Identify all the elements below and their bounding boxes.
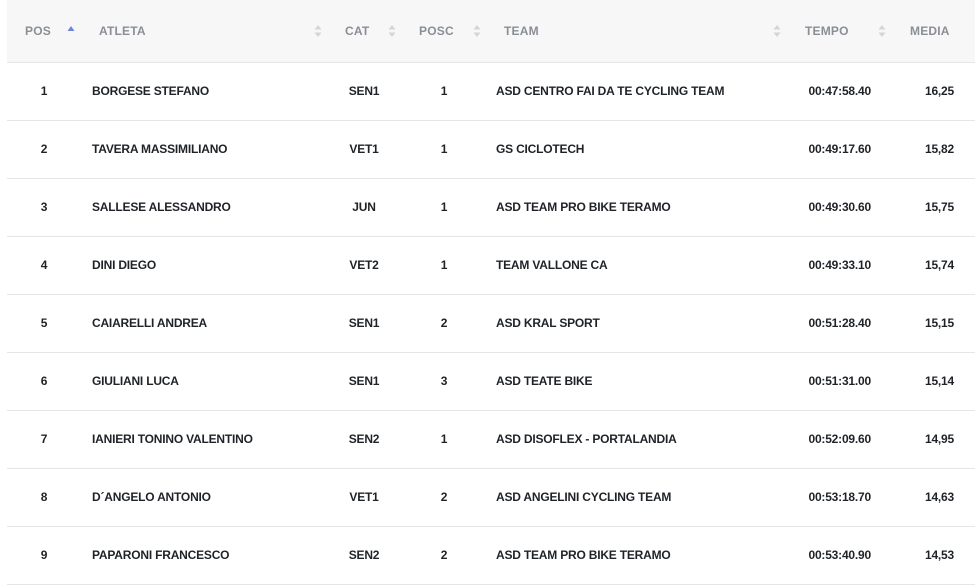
cell-atleta: IANIERI TONINO VALENTINO	[92, 432, 253, 446]
cell-team: GS CICLOTECH	[496, 142, 585, 156]
cell-atleta: GIULIANI LUCA	[92, 374, 179, 388]
column-header-atleta-label: ATLETA	[99, 24, 146, 38]
column-header-posc[interactable]: POSC	[400, 0, 492, 62]
cell-team: ASD KRAL SPORT	[496, 316, 600, 330]
cell-media: 14,63	[924, 490, 954, 504]
cell-pos: 8	[40, 490, 48, 504]
cell-atleta: TAVERA MASSIMILIANO	[92, 142, 228, 156]
column-header-posc-label: POSC	[419, 24, 454, 38]
table-row: 3 SALLESE ALESSANDRO JUN 1 ASD TEAM PRO BIKE…	[7, 179, 975, 237]
column-header-tempo[interactable]: TEMPO	[787, 0, 894, 62]
cell-atleta: DINI DIEGO	[92, 258, 157, 272]
column-header-tempo-label: TEMPO	[805, 24, 849, 38]
sort-icon	[878, 24, 886, 38]
cell-pos: 6	[40, 374, 48, 388]
cell-media: 15,75	[924, 200, 954, 214]
cell-atleta: PAPARONI FRANCESCO	[92, 548, 230, 562]
column-header-cat-label: CAT	[345, 24, 370, 38]
cell-media: 14,53	[924, 548, 954, 562]
table-header: POS ATLETA CAT POSC TEAM TEMPO MEDIA	[7, 0, 975, 63]
cell-media: 15,74	[924, 258, 954, 272]
table-body: 1 BORGESE STEFANO SEN1 1 ASD CENTRO FAI DA T…	[7, 63, 975, 585]
cell-atleta: CAIARELLI ANDREA	[92, 316, 208, 330]
cell-tempo: 00:53:40.90	[808, 548, 871, 562]
column-header-pos-label: POS	[25, 24, 51, 38]
cell-posc: 3	[440, 374, 448, 388]
cell-pos: 7	[40, 432, 48, 446]
cell-pos: 4	[40, 258, 48, 272]
table-row: 6 GIULIANI LUCA SEN1 3 ASD TEATE BIKE 00:51:3…	[7, 353, 975, 411]
cell-posc: 1	[440, 200, 448, 214]
cell-posc: 2	[440, 548, 448, 562]
table-row: 5 CAIARELLI ANDREA SEN1 2 ASD KRAL SPORT 00:5…	[7, 295, 975, 353]
table-row: 4 DINI DIEGO VET2 1 TEAM VALLONE CA 00:49:33.…	[7, 237, 975, 295]
cell-media: 16,25	[924, 84, 954, 98]
cell-team: TEAM VALLONE CA	[496, 258, 608, 272]
cell-pos: 3	[40, 200, 48, 214]
cell-media: 15,82	[924, 142, 954, 156]
column-header-team[interactable]: TEAM	[492, 0, 787, 62]
cell-team: ASD CENTRO FAI DA TE CYCLING TEAM	[496, 84, 725, 98]
cell-team: ASD DISOFLEX - PORTALANDIA	[496, 432, 677, 446]
cell-cat: JUN	[352, 200, 376, 214]
cell-pos: 9	[40, 548, 48, 562]
cell-media: 15,15	[924, 316, 954, 330]
table-row: 7 IANIERI TONINO VALENTINO SEN2 1 ASD DISOFL…	[7, 411, 975, 469]
cell-cat: SEN1	[348, 316, 380, 330]
cell-posc: 1	[440, 258, 448, 272]
cell-media: 14,95	[924, 432, 954, 446]
cell-team: ASD TEAM PRO BIKE TERAMO	[496, 200, 671, 214]
column-header-media-label: MEDIA	[910, 24, 950, 38]
cell-pos: 5	[40, 316, 48, 330]
cell-team: ASD TEAM PRO BIKE TERAMO	[496, 548, 671, 562]
cell-atleta: D´ANGELO ANTONIO	[92, 490, 211, 504]
table-row: 9 PAPARONI FRANCESCO SEN2 2 ASD TEAM PRO BIK…	[7, 527, 975, 585]
cell-tempo: 00:52:09.60	[808, 432, 871, 446]
column-header-media[interactable]: MEDIA	[894, 0, 975, 62]
cell-cat: SEN2	[348, 432, 380, 446]
cell-cat: VET2	[349, 258, 379, 272]
cell-team: ASD TEATE BIKE	[496, 374, 593, 388]
cell-cat: VET1	[349, 142, 379, 156]
cell-team: ASD ANGELINI CYCLING TEAM	[496, 490, 672, 504]
cell-tempo: 00:53:18.70	[808, 490, 871, 504]
cell-posc: 1	[440, 142, 448, 156]
cell-tempo: 00:49:17.60	[808, 142, 871, 156]
cell-tempo: 00:51:31.00	[808, 374, 871, 388]
column-header-cat[interactable]: CAT	[325, 0, 400, 62]
table-row: 1 BORGESE STEFANO SEN1 1 ASD CENTRO FAI DA T…	[7, 63, 975, 121]
cell-tempo: 00:49:33.10	[808, 258, 871, 272]
table-row: 8 D´ANGELO ANTONIO VET1 2 ASD ANGELINI CYCLI…	[7, 469, 975, 527]
cell-atleta: SALLESE ALESSANDRO	[92, 200, 231, 214]
sort-icon	[773, 24, 781, 38]
column-header-pos[interactable]: POS	[7, 0, 92, 62]
cell-posc: 1	[440, 84, 448, 98]
cell-tempo: 00:49:30.60	[808, 200, 871, 214]
cell-cat: VET1	[349, 490, 379, 504]
cell-posc: 2	[440, 316, 448, 330]
cell-posc: 2	[440, 490, 448, 504]
sort-icon	[314, 24, 322, 38]
cell-tempo: 00:51:28.40	[808, 316, 871, 330]
cell-posc: 1	[440, 432, 448, 446]
results-table: POS ATLETA CAT POSC TEAM TEMPO MEDIA 1 B…	[7, 0, 975, 585]
cell-pos: 2	[40, 142, 48, 156]
cell-tempo: 00:47:58.40	[808, 84, 871, 98]
sort-icon	[388, 24, 396, 38]
cell-pos: 1	[40, 84, 48, 98]
column-header-team-label: TEAM	[504, 24, 539, 38]
column-header-atleta[interactable]: ATLETA	[92, 0, 325, 62]
cell-atleta: BORGESE STEFANO	[92, 84, 210, 98]
cell-media: 15,14	[924, 374, 954, 388]
sort-ascending-icon	[67, 24, 75, 38]
table-row: 2 TAVERA MASSIMILIANO VET1 1 GS CICLOTECH 00:…	[7, 121, 975, 179]
cell-cat: SEN1	[348, 84, 380, 98]
cell-cat: SEN1	[348, 374, 380, 388]
cell-cat: SEN2	[348, 548, 380, 562]
sort-icon	[473, 24, 481, 38]
